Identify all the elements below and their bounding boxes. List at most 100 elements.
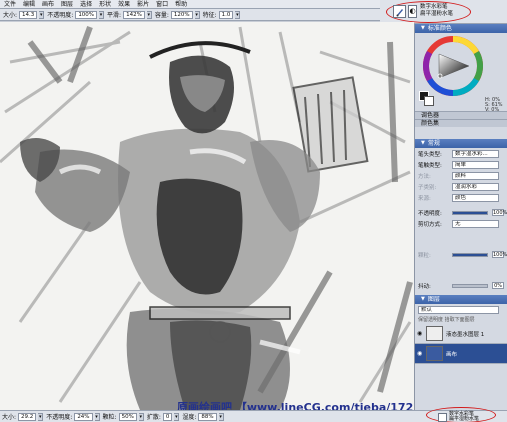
bottom-property-bar: 大小: 29.2 ▾ 不透明度: 24% ▾ 颗粒: 50% ▾ 扩散: 0 ▾ 湿度: 88% ▾ 数字水…: [0, 407, 507, 422]
property-value-input[interactable]: 14.3: [19, 10, 38, 19]
grain-slider[interactable]: [452, 252, 488, 257]
menu-item[interactable]: 图层: [61, 0, 73, 9]
general-property-dropdown[interactable]: 颜色: [452, 193, 499, 202]
dropdown-arrow-icon[interactable]: ▾: [235, 10, 241, 19]
property-value-input[interactable]: 100%: [75, 10, 98, 19]
jitter-row[interactable]: 抖动: 0%: [415, 280, 507, 291]
dropdown-arrow-icon[interactable]: ▾: [138, 412, 144, 421]
opacity-slider[interactable]: [452, 210, 488, 215]
property-field[interactable]: 容量: 120% ▾: [155, 10, 200, 19]
menu-item[interactable]: 形状: [99, 0, 111, 9]
dropdown-arrow-icon[interactable]: ▾: [99, 10, 105, 19]
property-field[interactable]: 不透明度: 100% ▾: [47, 10, 105, 19]
canvas[interactable]: 原画绘画吧 【www.lineCG.com/tieba/1727】: [0, 22, 414, 410]
color-panel-header[interactable]: ▼ 标准颜色: [415, 24, 507, 33]
brush-variant-icon[interactable]: ◐: [408, 5, 417, 18]
status-property-value[interactable]: 0: [162, 412, 173, 421]
general-property-row[interactable]: 方法: 颜料: [415, 170, 507, 181]
brush-selector[interactable]: ◐ 数字水彩笔 扁平湿粉水笔: [380, 0, 507, 24]
menu-item[interactable]: 窗口: [156, 0, 168, 9]
layer-mode-row[interactable]: 默认: [415, 304, 507, 315]
status-property-field[interactable]: 湿度: 88% ▾: [182, 412, 224, 421]
general-property-row[interactable]: 笔头类型: 数字湿水彩...: [415, 148, 507, 159]
property-field[interactable]: 平滑: 142% ▾: [107, 10, 152, 19]
grain-value[interactable]: 100%: [492, 251, 507, 258]
status-property-field[interactable]: 不透明度: 24% ▾: [46, 412, 100, 421]
eye-icon[interactable]: ◉: [417, 350, 423, 357]
grain-fill: [453, 253, 487, 256]
opacity-value[interactable]: 100%: [492, 209, 507, 216]
dropdown-arrow-icon[interactable]: ▾: [174, 412, 180, 421]
jitter-value[interactable]: 0%: [492, 282, 504, 289]
menu-item[interactable]: 效果: [118, 0, 130, 9]
additional-color-swatch[interactable]: [424, 96, 434, 106]
property-value-input[interactable]: 1.0: [218, 10, 234, 19]
status-property-field[interactable]: 大小: 29.2 ▾: [2, 412, 44, 421]
menu-item[interactable]: 编辑: [23, 0, 35, 9]
opacity-row[interactable]: 不透明度: 100%: [415, 207, 507, 218]
status-property-field[interactable]: 颗粒: 50% ▾: [103, 412, 144, 421]
general-property-label: 笔头类型:: [418, 151, 442, 158]
property-value-input[interactable]: 142%: [123, 10, 145, 19]
brush-category-label: 数字水彩笔: [420, 4, 448, 10]
dropdown-arrow-icon[interactable]: ▾: [39, 10, 45, 19]
property-label: 容量:: [154, 12, 169, 19]
general-property-dropdown[interactable]: 颜料: [452, 171, 499, 180]
status-property-value[interactable]: 24%: [74, 412, 93, 421]
general-property-dropdown[interactable]: 数字湿水彩...: [452, 149, 499, 158]
dropdown-arrow-icon[interactable]: ▾: [194, 10, 200, 19]
dropdown-arrow-icon[interactable]: ▾: [38, 412, 44, 421]
brush-category-icon[interactable]: [438, 412, 447, 422]
status-property-label: 湿度:: [182, 414, 197, 421]
menu-item[interactable]: 帮助: [175, 0, 187, 9]
layer-name: 液态墨水图层 1: [446, 331, 485, 338]
menu-item[interactable]: 画布: [42, 0, 54, 9]
brush-category-icon[interactable]: [393, 5, 406, 18]
painting-artwork: [0, 22, 414, 410]
general-property-dropdown[interactable]: 简单: [452, 160, 499, 169]
painter-app-window: 文件 编辑 画布 图层 选择 形状 效果 影片 窗口 帮助 大小: 14.3 ▾ 不透明度: 100% ▾ 平…: [0, 0, 507, 422]
status-property-field[interactable]: 扩散: 0 ▾: [147, 412, 180, 421]
layer-item[interactable]: ◉ 液态墨水图层 1: [415, 324, 507, 344]
general-property-dropdown[interactable]: 湿润水彩: [452, 182, 499, 191]
general-properties: 笔头类型: 数字湿水彩... 笔触类型: 简单方法: 颜料 子类别: 湿润水彩 来源: 颜色: [415, 148, 507, 203]
layer-composite-dropdown[interactable]: 默认: [418, 305, 499, 314]
bottom-brush-selector[interactable]: 数字水彩笔 扁平湿粉水笔: [438, 412, 479, 422]
general-property-row[interactable]: 子类别: 湿润水彩: [415, 181, 507, 192]
menu-item[interactable]: 选择: [80, 0, 92, 9]
collapse-arrow-icon[interactable]: ▼: [421, 139, 425, 148]
clip-method-dropdown[interactable]: 无: [452, 219, 499, 228]
general-panel-header[interactable]: ▼ 常规: [415, 139, 507, 148]
general-property-row[interactable]: 笔触类型: 简单: [415, 159, 507, 170]
brush-variant-label: 扁平湿粉水笔: [420, 11, 454, 17]
property-field[interactable]: 特征: 1.0 ▾: [203, 10, 241, 19]
collapse-arrow-icon[interactable]: ▼: [421, 24, 425, 33]
hue-ring[interactable]: [423, 36, 483, 96]
menu-bar: 文件 编辑 画布 图层 选择 形状 效果 影片 窗口 帮助: [0, 0, 380, 9]
menu-item[interactable]: 影片: [137, 0, 149, 9]
layer-item[interactable]: ◉ 画布: [415, 344, 507, 364]
property-value-input[interactable]: 120%: [170, 10, 193, 19]
color-set-panel-tab[interactable]: 颜色集: [415, 119, 507, 127]
status-property-value[interactable]: 88%: [198, 412, 217, 421]
dropdown-arrow-icon[interactable]: ▾: [218, 412, 224, 421]
color-panel-title: 标准颜色: [427, 25, 452, 32]
property-field[interactable]: 大小: 14.3 ▾: [3, 10, 45, 19]
status-property-value[interactable]: 50%: [118, 412, 137, 421]
layer-thumbnail: [426, 346, 443, 361]
dropdown-arrow-icon[interactable]: ▾: [94, 412, 100, 421]
grain-row[interactable]: 颗粒: 100%: [415, 249, 507, 260]
general-property-row[interactable]: 来源: 颜色: [415, 192, 507, 203]
layer-thumbnail: [426, 326, 443, 341]
general-property-label: 方法:: [418, 173, 431, 180]
collapse-arrow-icon[interactable]: ▼: [421, 295, 425, 304]
layers-panel-header[interactable]: ▼ 图层: [415, 295, 507, 304]
eye-icon[interactable]: ◉: [417, 330, 423, 337]
dropdown-arrow-icon[interactable]: ▾: [146, 10, 152, 19]
watermark-text: 原画绘画吧 【www.lineCG.com/tieba/1727】: [177, 401, 414, 410]
status-property-value[interactable]: 29.2: [18, 412, 37, 421]
clip-method-row[interactable]: 剪切方式: 无: [415, 218, 507, 229]
jitter-slider[interactable]: [452, 283, 488, 288]
property-label: 大小:: [3, 12, 18, 19]
menu-item[interactable]: 文件: [4, 0, 16, 9]
